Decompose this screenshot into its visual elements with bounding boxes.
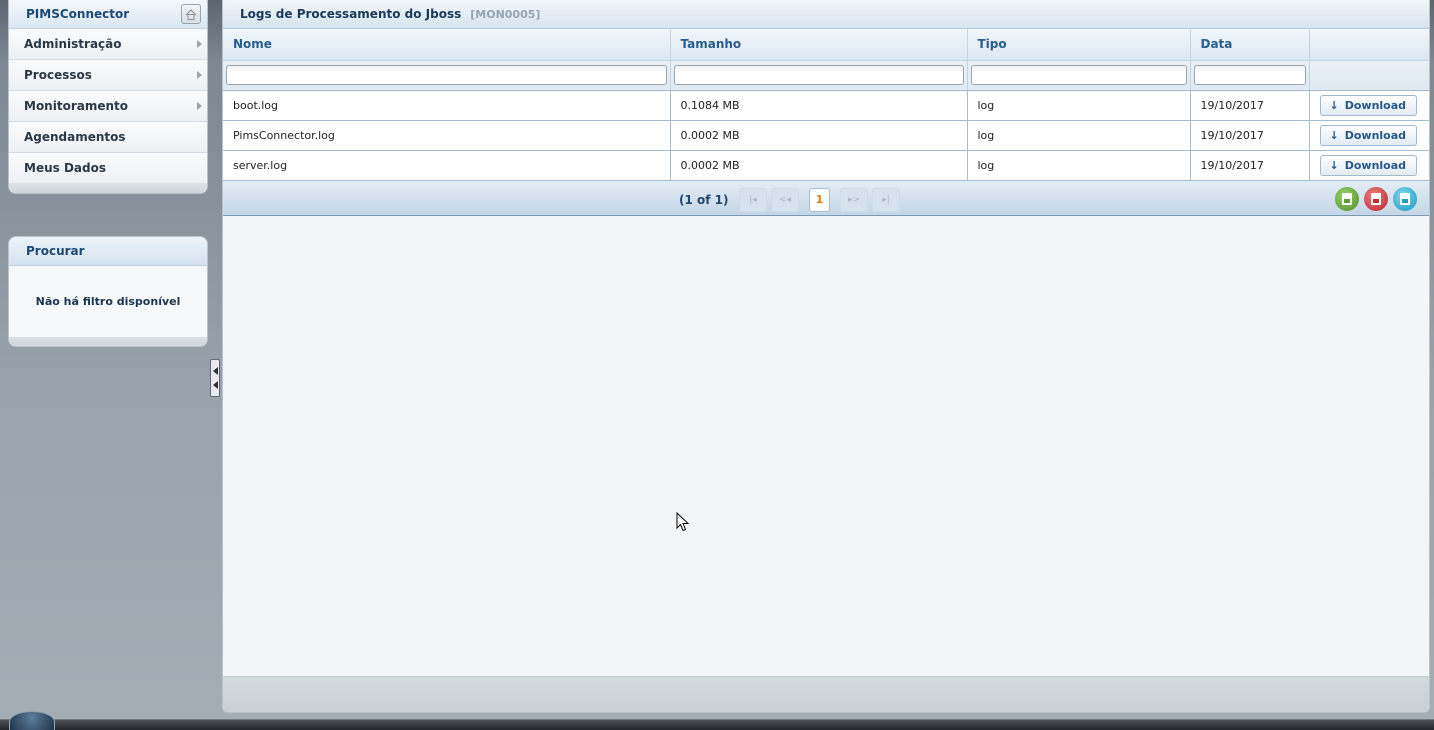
menu-item-label: Agendamentos bbox=[24, 130, 126, 144]
search-panel-title: Procurar bbox=[9, 237, 207, 266]
column-header-tamanho[interactable]: Tamanho bbox=[670, 29, 968, 61]
app-title: PIMSConnector bbox=[26, 7, 130, 21]
download-button-label: Download bbox=[1344, 158, 1407, 172]
submenu-arrow-icon bbox=[197, 102, 202, 110]
download-button[interactable]: ↓ Download bbox=[1319, 94, 1418, 116]
previous-page-button[interactable]: <◂ bbox=[771, 187, 799, 212]
column-header-tipo[interactable]: Tipo bbox=[967, 29, 1191, 61]
menu-item-monitoramento[interactable]: Monitoramento bbox=[9, 91, 207, 122]
collapse-arrow-icon bbox=[212, 366, 218, 375]
menu-item-label: Processos bbox=[24, 68, 92, 82]
table-row[interactable]: boot.log 0.1084 MB log 19/10/2017 ↓ Down… bbox=[223, 90, 1429, 121]
previous-page-icon: <◂ bbox=[778, 194, 792, 205]
cell-nome: boot.log bbox=[223, 90, 671, 121]
cell-data: 19/10/2017 bbox=[1190, 90, 1310, 121]
column-header-actions bbox=[1309, 29, 1429, 61]
no-filter-message: Não há filtro disponível bbox=[35, 294, 181, 308]
csv-export-icon[interactable] bbox=[1393, 186, 1417, 211]
menu-item-label: Meus Dados bbox=[24, 161, 106, 175]
download-button-label: Download bbox=[1344, 98, 1407, 112]
download-button-label: Download bbox=[1344, 128, 1407, 142]
download-arrow-icon: ↓ bbox=[1329, 128, 1339, 142]
download-button[interactable]: ↓ Download bbox=[1319, 124, 1418, 146]
table-row[interactable]: PimsConnector.log 0.0002 MB log 19/10/20… bbox=[223, 120, 1429, 151]
download-arrow-icon: ↓ bbox=[1329, 158, 1339, 172]
table-row[interactable]: server.log 0.0002 MB log 19/10/2017 ↓ Do… bbox=[223, 150, 1429, 181]
page-number-button[interactable]: 1 bbox=[809, 187, 830, 212]
download-arrow-icon: ↓ bbox=[1329, 98, 1339, 112]
column-header-nome[interactable]: Nome bbox=[223, 29, 671, 61]
submenu-arrow-icon bbox=[197, 40, 202, 48]
mouse-cursor-icon bbox=[676, 512, 690, 532]
menu-item-meus-dados[interactable]: Meus Dados bbox=[9, 153, 207, 184]
cell-nome: server.log bbox=[223, 150, 671, 181]
submenu-arrow-icon bbox=[197, 71, 202, 79]
download-button[interactable]: ↓ Download bbox=[1319, 154, 1418, 176]
search-panel-footer bbox=[9, 337, 207, 346]
start-button[interactable] bbox=[9, 711, 55, 730]
menu-item-administracao[interactable]: Administração bbox=[9, 29, 207, 60]
menu-item-agendamentos[interactable]: Agendamentos bbox=[9, 122, 207, 153]
cell-tamanho: 0.1084 MB bbox=[670, 90, 968, 121]
search-panel: Procurar Não há filtro disponível bbox=[8, 236, 208, 347]
collapse-arrow-icon bbox=[212, 381, 218, 390]
page-report: (1 of 1) bbox=[679, 192, 729, 207]
home-button[interactable] bbox=[181, 4, 201, 24]
cell-tipo: log bbox=[967, 90, 1191, 121]
next-page-button[interactable]: ▸> bbox=[840, 187, 868, 212]
logs-table: Nome Tamanho Tipo Data boot.log 0.1084 M… bbox=[223, 29, 1429, 181]
menu-item-label: Administração bbox=[24, 37, 122, 51]
navigation-footer bbox=[9, 183, 207, 193]
pdf-export-icon[interactable] bbox=[1364, 186, 1388, 211]
cell-nome: PimsConnector.log bbox=[223, 120, 671, 151]
cell-tamanho: 0.0002 MB bbox=[670, 120, 968, 151]
taskbar bbox=[0, 711, 1434, 730]
cell-tipo: log bbox=[967, 150, 1191, 181]
menu-item-processos[interactable]: Processos bbox=[9, 60, 207, 91]
filter-input-data[interactable] bbox=[1193, 65, 1306, 85]
sidebar-collapse-handle[interactable] bbox=[210, 359, 220, 397]
page-title: Logs de Processamento do Jboss bbox=[240, 7, 462, 21]
menu-item-label: Monitoramento bbox=[24, 99, 129, 113]
filter-input-nome[interactable] bbox=[226, 65, 667, 85]
main-panel-header: Logs de Processamento do Jboss [MON0005] bbox=[223, 0, 1429, 29]
cell-data: 19/10/2017 bbox=[1190, 120, 1310, 151]
excel-export-icon[interactable] bbox=[1335, 186, 1359, 211]
main-panel: Logs de Processamento do Jboss [MON0005]… bbox=[222, 0, 1430, 713]
main-panel-footer bbox=[223, 676, 1429, 712]
first-page-button[interactable]: |◂ bbox=[739, 187, 767, 212]
first-page-icon: |◂ bbox=[749, 194, 757, 205]
navigation-header: PIMSConnector bbox=[9, 0, 207, 29]
last-page-button[interactable]: ▸| bbox=[872, 187, 900, 212]
cell-tipo: log bbox=[967, 120, 1191, 151]
cell-tamanho: 0.0002 MB bbox=[670, 150, 968, 181]
next-page-icon: ▸> bbox=[847, 194, 861, 205]
filter-input-tipo[interactable] bbox=[970, 65, 1187, 85]
last-page-icon: ▸| bbox=[882, 194, 890, 205]
page-code: [MON0005] bbox=[470, 7, 541, 21]
navigation-panel: PIMSConnector Administração Processos Mo… bbox=[8, 0, 208, 194]
column-header-data[interactable]: Data bbox=[1190, 29, 1310, 61]
cell-data: 19/10/2017 bbox=[1190, 150, 1310, 181]
home-icon bbox=[185, 8, 197, 20]
paginator: (1 of 1) |◂ <◂ 1 ▸> ▸| bbox=[223, 180, 1429, 216]
filter-input-tamanho[interactable] bbox=[673, 65, 964, 85]
